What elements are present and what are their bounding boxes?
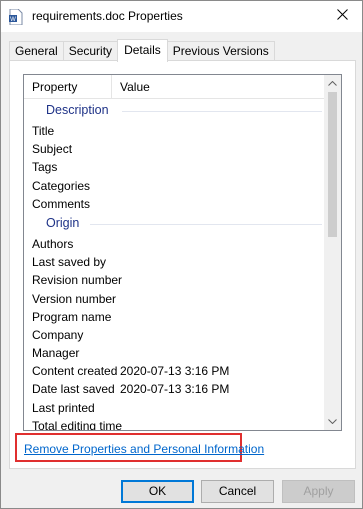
tab-previous-versions[interactable]: Previous Versions bbox=[166, 41, 275, 62]
list-item[interactable]: Last printed bbox=[24, 399, 326, 417]
list-item[interactable]: Company bbox=[24, 326, 326, 344]
property-name: Comments bbox=[32, 196, 91, 211]
list-item[interactable]: Version number bbox=[24, 290, 326, 308]
chevron-up-icon bbox=[328, 79, 337, 88]
list-item[interactable]: Manager bbox=[24, 344, 326, 362]
properties-list[interactable]: Property Value Description Title Subject… bbox=[23, 74, 342, 431]
property-name: Program name bbox=[32, 309, 112, 324]
group-label: Origin bbox=[46, 215, 80, 230]
property-name: Manager bbox=[32, 346, 80, 361]
column-header-property[interactable]: Property bbox=[24, 75, 112, 99]
column-header-value[interactable]: Value bbox=[112, 75, 326, 99]
close-icon bbox=[336, 9, 348, 23]
property-name: Authors bbox=[32, 236, 74, 251]
property-name: Content created bbox=[32, 364, 118, 379]
list-item[interactable]: Content created 2020-07-13 3:16 PM bbox=[24, 362, 326, 380]
word-document-icon: W bbox=[9, 8, 23, 26]
property-name: Categories bbox=[32, 178, 91, 193]
window-title: requirements.doc Properties bbox=[32, 9, 183, 23]
property-name: Date last saved bbox=[32, 382, 115, 397]
close-button[interactable] bbox=[322, 1, 362, 31]
cancel-button[interactable]: Cancel bbox=[201, 480, 274, 503]
remove-properties-highlight: Remove Properties and Personal Informati… bbox=[15, 433, 264, 462]
list-item[interactable]: Tags bbox=[24, 158, 326, 176]
scroll-up-button[interactable] bbox=[324, 75, 341, 92]
remove-properties-link[interactable]: Remove Properties and Personal Informati… bbox=[24, 442, 264, 456]
list-header: Property Value bbox=[24, 75, 326, 99]
chevron-down-icon bbox=[328, 417, 337, 426]
tab-security[interactable]: Security bbox=[62, 41, 119, 62]
title-bar[interactable]: W requirements.doc Properties bbox=[1, 1, 362, 32]
details-panel: Property Value Description Title Subject… bbox=[9, 60, 356, 469]
scrollbar-thumb[interactable] bbox=[328, 92, 337, 237]
property-value: 2020-07-13 3:16 PM bbox=[120, 364, 230, 379]
list-body: Description Title Subject Tags Categorie… bbox=[24, 100, 326, 431]
property-name: Version number bbox=[32, 291, 117, 306]
group-header-origin[interactable]: Origin bbox=[24, 213, 326, 235]
tab-strip: General Security Details Previous Versio… bbox=[9, 39, 275, 62]
property-name: Revision number bbox=[32, 273, 123, 288]
list-item[interactable]: Revision number bbox=[24, 271, 326, 289]
ok-button[interactable]: OK bbox=[121, 480, 194, 503]
property-name: Tags bbox=[32, 160, 58, 175]
list-item[interactable]: Program name bbox=[24, 308, 326, 326]
property-value: 2020-07-13 3:16 PM bbox=[120, 382, 230, 397]
list-item[interactable]: Authors bbox=[24, 235, 326, 253]
group-divider bbox=[122, 111, 322, 112]
svg-text:W: W bbox=[10, 17, 16, 23]
tab-general[interactable]: General bbox=[9, 41, 64, 62]
list-item[interactable]: Last saved by bbox=[24, 253, 326, 271]
properties-dialog: W requirements.doc Properties General Se… bbox=[0, 0, 363, 509]
property-name: Total editing time bbox=[32, 418, 123, 431]
list-item[interactable]: Total editing time bbox=[24, 417, 326, 431]
list-item[interactable]: Comments bbox=[24, 195, 326, 213]
property-name: Last printed bbox=[32, 400, 95, 415]
property-name: Title bbox=[32, 124, 55, 138]
group-header-description[interactable]: Description bbox=[24, 100, 326, 122]
group-label: Description bbox=[46, 103, 109, 117]
property-name: Company bbox=[32, 327, 84, 342]
list-item[interactable]: Title bbox=[24, 122, 326, 140]
property-name: Subject bbox=[32, 142, 73, 157]
apply-button[interactable]: Apply bbox=[282, 480, 355, 503]
property-name: Last saved by bbox=[32, 255, 107, 270]
scroll-down-button[interactable] bbox=[324, 413, 341, 430]
tab-details[interactable]: Details bbox=[117, 39, 168, 62]
group-divider bbox=[90, 223, 322, 225]
list-item[interactable]: Subject bbox=[24, 140, 326, 158]
list-item[interactable]: Date last saved 2020-07-13 3:16 PM bbox=[24, 380, 326, 398]
vertical-scrollbar[interactable] bbox=[324, 75, 341, 430]
list-item[interactable]: Categories bbox=[24, 177, 326, 195]
